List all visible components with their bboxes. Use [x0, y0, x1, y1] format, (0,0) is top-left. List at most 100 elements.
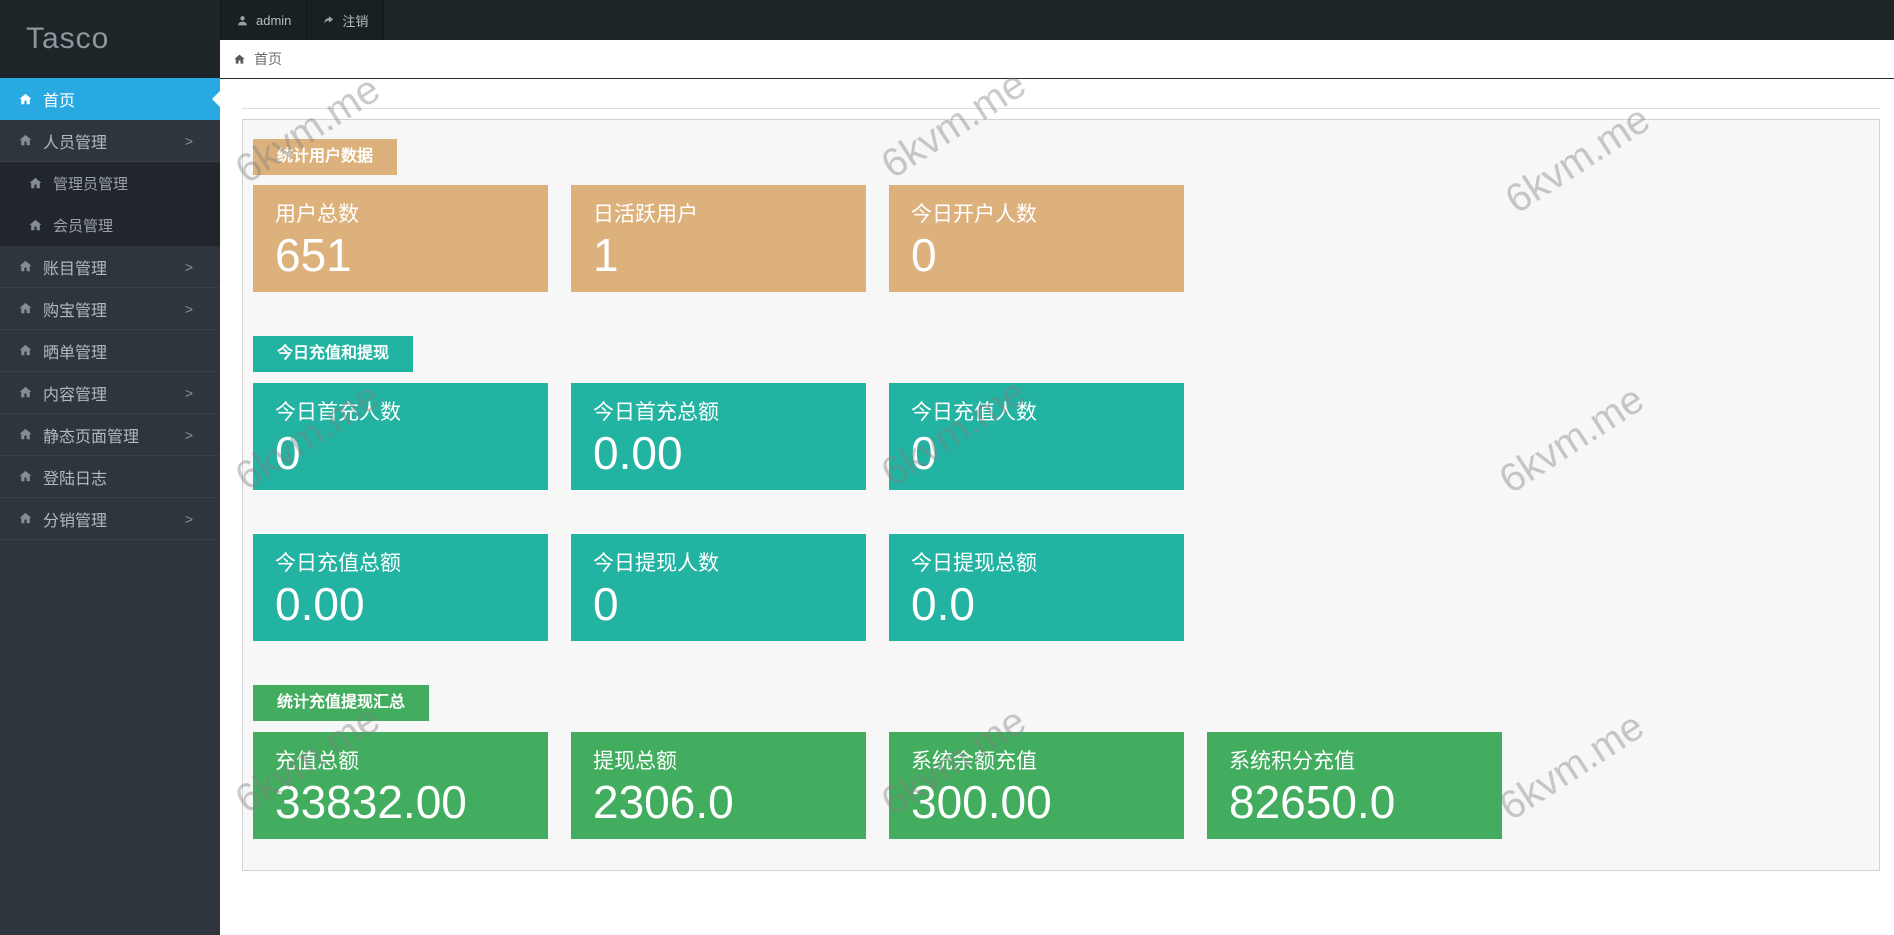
stat-card-first-recharge-amount: 今日首充总额 0.00 [571, 383, 866, 490]
home-icon [29, 219, 42, 230]
stat-value: 2306.0 [593, 776, 734, 828]
sidebar-item-label: 晒单管理 [43, 344, 108, 362]
stat-label: 提现总额 [593, 750, 677, 773]
chevron-right-icon: > [184, 426, 193, 443]
stat-label: 今日首充人数 [275, 401, 401, 424]
stat-card-total-users: 用户总数 651 [253, 185, 548, 292]
topbar: admin 注销 [0, 0, 1894, 40]
stat-value: 651 [275, 229, 352, 281]
chevron-right-icon: > [184, 258, 193, 275]
home-icon [19, 428, 32, 440]
home-icon [19, 93, 32, 104]
home-icon [19, 470, 32, 482]
stat-card-withdraw-users-today: 今日提现人数 0 [571, 534, 866, 641]
stat-label: 日活跃用户 [593, 203, 698, 226]
stat-value: 1 [593, 229, 619, 281]
sidebar-item-personnel[interactable]: 人员管理 > [0, 120, 220, 162]
stat-value: 0.0 [911, 578, 975, 630]
stat-label: 充值总额 [275, 750, 359, 773]
stat-value: 0 [593, 578, 619, 630]
stat-label: 今日充值总额 [275, 552, 401, 575]
stat-value: 0.00 [593, 427, 683, 479]
stat-card-daily-active-users: 日活跃用户 1 [571, 185, 866, 292]
brand-logo[interactable]: Tasco [0, 0, 220, 78]
stat-label: 今日提现人数 [593, 552, 719, 575]
sidebar-item-label: 购宝管理 [43, 302, 108, 320]
sidebar-item-label: 内容管理 [43, 386, 108, 404]
stat-card-system-balance-recharge: 系统余额充值 300.00 [889, 732, 1184, 839]
home-icon [19, 344, 32, 356]
user-icon [238, 15, 247, 25]
home-icon[interactable] [233, 53, 246, 66]
home-icon [29, 177, 42, 188]
sidebar-item-static-pages[interactable]: 静态页面管理 > [0, 414, 220, 456]
stat-card-row: 今日首充人数 0 今日首充总额 0.00 今日充值人数 0 [253, 383, 1869, 490]
sidebar-item-home[interactable]: 首页 [0, 78, 220, 120]
stat-card-new-accounts-today: 今日开户人数 0 [889, 185, 1184, 292]
breadcrumb-home[interactable]: 首页 [254, 49, 282, 69]
main-content: 统计用户数据 用户总数 651 日活跃用户 1 今日开户人数 0 今日充值和提现… [220, 79, 1894, 935]
breadcrumb: 首页 [220, 40, 1894, 79]
stat-card-total-withdraw: 提现总额 2306.0 [571, 732, 866, 839]
sidebar-item-label: 静态页面管理 [43, 428, 140, 446]
sidebar-item-member-management[interactable]: 会员管理 [0, 204, 220, 246]
home-icon [19, 512, 32, 524]
chevron-right-icon: > [184, 384, 193, 401]
stat-value: 0 [911, 229, 937, 281]
stat-label: 今日开户人数 [911, 203, 1037, 226]
sidebar-item-accounts[interactable]: 账目管理 > [0, 246, 220, 288]
section-title-recharge-withdraw-summary: 统计充值提现汇总 [253, 685, 430, 721]
stat-card-recharge-users-today: 今日充值人数 0 [889, 383, 1184, 490]
chevron-right-icon: > [184, 300, 193, 317]
stat-card-row: 今日充值总额 0.00 今日提现人数 0 今日提现总额 0.0 [253, 534, 1869, 641]
chevron-right-icon: > [184, 510, 193, 527]
sidebar: Tasco 首页 人员管理 > 管理员管理 会员管理 账目管理 > 购宝管理 >… [0, 0, 220, 935]
sidebar-item-purchase[interactable]: 购宝管理 > [0, 288, 220, 330]
section-title-user-stats: 统计用户数据 [253, 139, 398, 175]
stat-card-row: 充值总额 33832.00 提现总额 2306.0 系统余额充值 300.00 … [253, 732, 1869, 839]
stat-card-first-recharge-users: 今日首充人数 0 [253, 383, 548, 490]
stat-value: 82650.0 [1229, 776, 1396, 828]
sidebar-item-label: 登陆日志 [43, 470, 108, 488]
sidebar-item-label: 分销管理 [43, 512, 108, 530]
chevron-right-icon: > [184, 132, 193, 149]
stat-label: 今日充值人数 [911, 401, 1037, 424]
home-icon [19, 386, 32, 398]
divider [242, 108, 1880, 109]
sidebar-item-distribution[interactable]: 分销管理 > [0, 498, 220, 540]
stat-value: 0.00 [275, 578, 365, 630]
sidebar-item-label: 人员管理 [43, 134, 108, 152]
stat-label: 用户总数 [275, 203, 359, 226]
logout-button[interactable]: 注销 [307, 0, 385, 40]
stat-value: 0 [275, 427, 301, 479]
logout-label: 注销 [342, 13, 369, 29]
sidebar-item-label: 管理员管理 [53, 175, 129, 193]
logout-icon [324, 15, 334, 23]
home-icon [19, 302, 32, 314]
sidebar-item-label: 账目管理 [43, 260, 108, 278]
username-label: admin [256, 12, 292, 28]
home-icon [19, 260, 32, 272]
sidebar-item-content[interactable]: 内容管理 > [0, 372, 220, 414]
stat-card-system-points-recharge: 系统积分充值 82650.0 [1207, 732, 1502, 839]
sidebar-submenu-personnel: 管理员管理 会员管理 [0, 162, 220, 246]
sidebar-item-label: 会员管理 [53, 217, 114, 235]
stat-card-row: 用户总数 651 日活跃用户 1 今日开户人数 0 [253, 185, 1869, 292]
sidebar-item-share-orders[interactable]: 晒单管理 [0, 330, 220, 372]
stat-value: 33832.00 [275, 776, 467, 828]
stat-label: 今日首充总额 [593, 401, 719, 424]
stat-card-withdraw-amount-today: 今日提现总额 0.0 [889, 534, 1184, 641]
stat-value: 0 [911, 427, 937, 479]
user-menu-button[interactable]: admin [220, 0, 308, 40]
active-indicator-arrow [212, 91, 220, 107]
home-icon [19, 134, 32, 146]
stat-label: 今日提现总额 [911, 552, 1037, 575]
stat-card-total-recharge: 充值总额 33832.00 [253, 732, 548, 839]
section-title-today-recharge-withdraw: 今日充值和提现 [253, 336, 414, 372]
dashboard-panel: 统计用户数据 用户总数 651 日活跃用户 1 今日开户人数 0 今日充值和提现… [242, 119, 1880, 871]
sidebar-item-login-log[interactable]: 登陆日志 [0, 456, 220, 498]
sidebar-item-admin-management[interactable]: 管理员管理 [0, 162, 220, 204]
stat-value: 300.00 [911, 776, 1052, 828]
stat-card-recharge-amount-today: 今日充值总额 0.00 [253, 534, 548, 641]
stat-label: 系统积分充值 [1229, 750, 1355, 773]
